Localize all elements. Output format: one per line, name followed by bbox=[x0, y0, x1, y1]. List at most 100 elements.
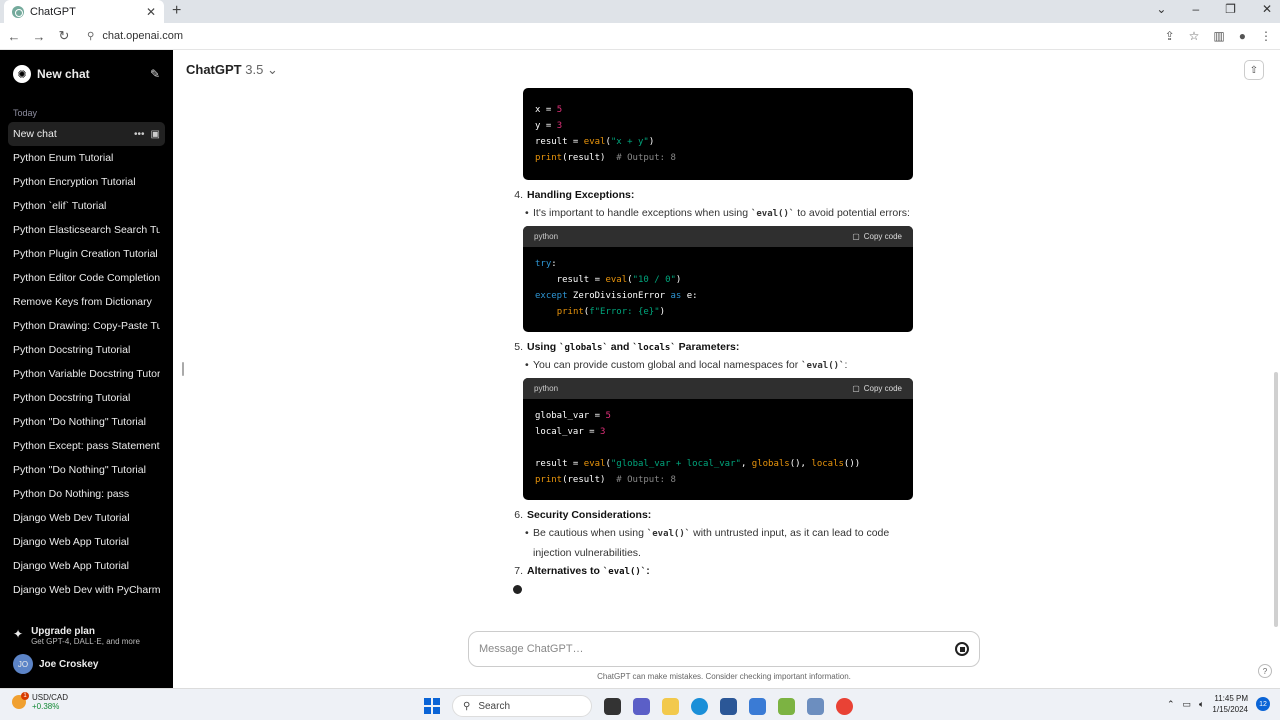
sidebar-item-label: Python Plugin Creation Tutorial bbox=[13, 248, 158, 260]
forward-icon[interactable]: → bbox=[28, 29, 50, 44]
upgrade-title: Upgrade plan bbox=[31, 626, 95, 637]
site-info-icon[interactable]: ⚲ bbox=[87, 31, 94, 42]
notification-badge[interactable]: 12 bbox=[1256, 697, 1270, 711]
chrome-icon[interactable] bbox=[836, 697, 853, 715]
notes-app-icon[interactable] bbox=[778, 697, 795, 715]
help-icon[interactable]: ? bbox=[1258, 664, 1272, 678]
sidebar-new-chat[interactable]: ✺ New chat ✎ bbox=[0, 50, 173, 98]
code-block: python ▢ Copy code global_var = 5 local_v… bbox=[523, 378, 913, 500]
new-chat-edit-icon[interactable]: ✎ bbox=[150, 67, 160, 81]
profile-icon[interactable]: ● bbox=[1239, 29, 1246, 43]
back-icon[interactable]: ← bbox=[3, 29, 25, 44]
copy-code-button[interactable]: ▢ Copy code bbox=[852, 232, 902, 241]
sidebar-item-label: Remove Keys from Dictionary bbox=[13, 296, 152, 308]
share-chat-icon[interactable]: ⇧ bbox=[1244, 60, 1264, 80]
text: with untrusted input, as it can lead to … bbox=[690, 527, 890, 539]
tab-search-icon[interactable]: ⌄ bbox=[1156, 2, 1166, 16]
more-options-icon[interactable]: ••• bbox=[134, 129, 145, 140]
scrollbar[interactable] bbox=[1274, 372, 1278, 627]
sidebar-chat-item[interactable]: Django Web App Tutorial bbox=[8, 554, 165, 578]
upgrade-plan-button[interactable]: ✦ Upgrade plan Get GPT-4, DALL·E, and mo… bbox=[13, 626, 160, 646]
network-icon[interactable]: ▭ bbox=[1182, 699, 1191, 710]
typing-indicator bbox=[513, 585, 522, 594]
sidebar-chat-item[interactable]: Python Docstring Tutorial bbox=[8, 386, 165, 410]
share-page-icon[interactable]: ⇪ bbox=[1165, 29, 1175, 43]
clipboard-icon: ▢ bbox=[852, 384, 860, 393]
sidebar-chat-item[interactable]: Django Web Dev Tutorial bbox=[8, 506, 165, 530]
store-icon[interactable] bbox=[720, 697, 737, 715]
restore-icon[interactable]: ❐ bbox=[1225, 2, 1236, 16]
sidebar-chat-item[interactable]: Python `elif` Tutorial bbox=[8, 194, 165, 218]
side-panel-icon[interactable]: ▥ bbox=[1213, 29, 1224, 43]
close-window-icon[interactable]: ✕ bbox=[1262, 2, 1272, 16]
step-title: Using bbox=[527, 341, 560, 353]
sidebar: ✺ New chat ✎ Today New chat ••• ▣ Python… bbox=[0, 50, 173, 688]
address-bar: ← → ↻ ⚲ chat.openai.com ⇪ ☆ ▥ ● ⋮ bbox=[0, 23, 1280, 50]
sidebar-item-label: Python Encryption Tutorial bbox=[13, 176, 136, 188]
avatar: JO bbox=[13, 654, 33, 674]
sidebar-chat-item[interactable]: Django Web Dev with PyCharm bbox=[8, 578, 165, 602]
code-language: python bbox=[534, 384, 559, 393]
archive-icon[interactable]: ▣ bbox=[151, 129, 160, 140]
sidebar-item-active[interactable]: New chat ••• ▣ bbox=[8, 122, 165, 146]
sidebar-chat-item[interactable]: Python Drawing: Copy-Paste Tuto bbox=[8, 314, 165, 338]
sidebar-chat-item[interactable]: Python Enum Tutorial bbox=[8, 146, 165, 170]
sidebar-chat-item[interactable]: Django Web App Tutorial bbox=[8, 530, 165, 554]
sidebar-chat-item[interactable]: Remove Keys from Dictionary bbox=[8, 290, 165, 314]
chat-app-icon[interactable] bbox=[633, 697, 650, 715]
copy-code-button[interactable]: ▢ Copy code bbox=[852, 384, 902, 393]
remote-desktop-icon[interactable] bbox=[807, 697, 824, 715]
volume-icon[interactable]: 🔈︎ bbox=[1199, 699, 1204, 710]
step-4: 4. Handling Exceptions: bbox=[509, 189, 634, 201]
close-tab-icon[interactable]: ✕ bbox=[146, 5, 156, 19]
browser-toolbar: ⇪ ☆ ▥ ● ⋮ bbox=[1165, 29, 1272, 43]
clock[interactable]: 11:45 PM 1/15/2024 bbox=[1212, 693, 1248, 715]
taskbar-search[interactable]: ⚲ Search bbox=[452, 695, 592, 717]
url-field[interactable]: ⚲ chat.openai.com bbox=[87, 30, 183, 42]
widget-badge: 1 bbox=[21, 692, 29, 700]
sidebar-chat-item[interactable]: Python Do Nothing: pass bbox=[8, 482, 165, 506]
vscode-icon[interactable] bbox=[749, 697, 766, 715]
bullet-text: It's important to handle exceptions when… bbox=[525, 204, 910, 224]
sidebar-item-label: Django Web App Tutorial bbox=[13, 536, 129, 548]
step-title: Parameters: bbox=[675, 341, 740, 353]
minimize-icon[interactable]: – bbox=[1192, 2, 1199, 16]
stop-generating-icon[interactable] bbox=[955, 642, 969, 656]
model-selector[interactable]: ChatGPT 3.5 ⌄ bbox=[186, 62, 278, 78]
sidebar-item-label: Python Docstring Tutorial bbox=[13, 392, 131, 404]
code-header: python ▢ Copy code bbox=[523, 378, 913, 399]
sidebar-chat-item[interactable]: Python Editor Code Completion bbox=[8, 266, 165, 290]
browser-menu-icon[interactable]: ⋮ bbox=[1260, 29, 1272, 43]
step-number: 4. bbox=[514, 189, 523, 201]
sidebar-collapse-handle[interactable] bbox=[182, 362, 184, 376]
chevron-up-icon[interactable]: ⌃ bbox=[1167, 699, 1175, 710]
sidebar-item-label: Python Elasticsearch Search Tuto bbox=[13, 224, 160, 236]
sidebar-chat-item[interactable]: Python "Do Nothing" Tutorial bbox=[8, 410, 165, 434]
copy-label: Copy code bbox=[863, 232, 902, 241]
browser-tab[interactable]: ChatGPT ✕ bbox=[4, 0, 164, 23]
user-menu[interactable]: JO Joe Croskey bbox=[13, 654, 160, 674]
sidebar-chat-item[interactable]: Python Variable Docstring Tutoria bbox=[8, 362, 165, 386]
sidebar-chat-item[interactable]: Python Except: pass Statement bbox=[8, 434, 165, 458]
file-explorer-icon[interactable] bbox=[662, 697, 679, 715]
text: You can provide custom global and local … bbox=[533, 359, 802, 371]
new-tab-icon[interactable]: + bbox=[172, 2, 181, 20]
step-number: 5. bbox=[514, 341, 523, 353]
chat-history-list: Python Enum Tutorial Python Encryption Tu… bbox=[0, 146, 173, 602]
copy-label: Copy code bbox=[863, 384, 902, 393]
widgets-button[interactable]: 1 USD/CAD +0.38% bbox=[12, 692, 68, 711]
sidebar-chat-item[interactable]: Python Encryption Tutorial bbox=[8, 170, 165, 194]
task-view-icon[interactable] bbox=[604, 697, 621, 715]
sidebar-chat-item[interactable]: Python "Do Nothing" Tutorial bbox=[8, 458, 165, 482]
sidebar-chat-item[interactable]: Python Docstring Tutorial bbox=[8, 338, 165, 362]
edge-browser-icon[interactable] bbox=[691, 697, 708, 715]
reload-icon[interactable]: ↻ bbox=[53, 28, 75, 44]
message-input[interactable] bbox=[479, 643, 955, 655]
clock-date: 1/15/2024 bbox=[1212, 705, 1248, 714]
sidebar-chat-item[interactable]: Python Elasticsearch Search Tuto bbox=[8, 218, 165, 242]
bookmark-star-icon[interactable]: ☆ bbox=[1189, 29, 1200, 43]
sidebar-chat-item[interactable]: Python Plugin Creation Tutorial bbox=[8, 242, 165, 266]
windows-start-icon[interactable] bbox=[424, 698, 440, 714]
windows-taskbar: 1 USD/CAD +0.38% ⚲ Search ⌃ ▭ 🔈︎ 11:45 PM… bbox=[0, 688, 1280, 720]
sidebar-item-label: New chat bbox=[13, 128, 57, 140]
